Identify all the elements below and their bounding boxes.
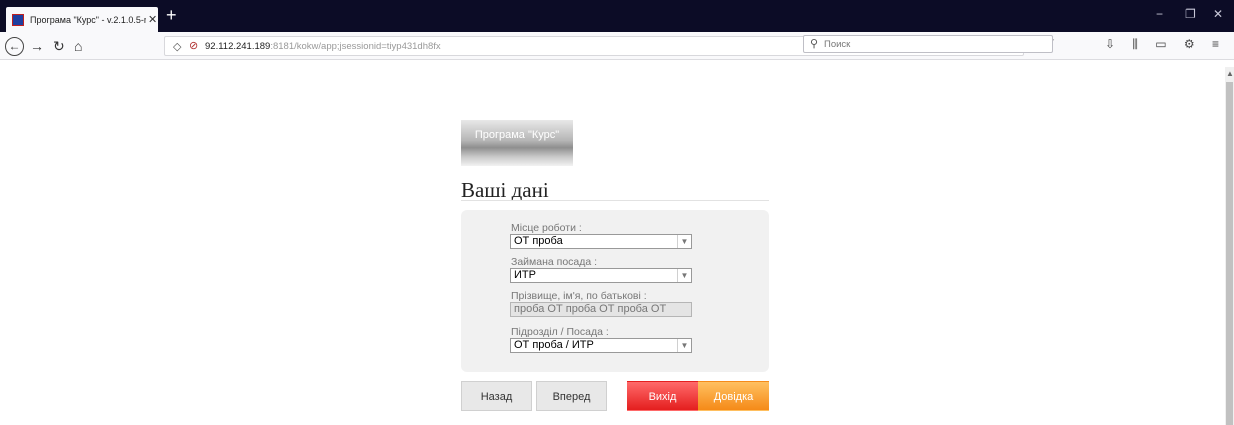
program-button[interactable]: Програма "Курс" [461, 120, 573, 166]
forward-button[interactable]: Вперед [536, 381, 607, 411]
chevron-down-icon[interactable]: ▼ [677, 339, 691, 352]
new-tab-button[interactable]: + [166, 5, 177, 25]
tab-title: Програма "Курс" - v.2.1.0.5-rc [30, 14, 146, 25]
workplace-value: ОТ проба [514, 235, 563, 247]
url-text[interactable]: 92.112.241.189:8181/kokw/app;jsessionid=… [205, 41, 441, 52]
url-host: 92.112.241.189 [205, 41, 271, 52]
division-label: Підрозділ / Посада : [511, 326, 609, 338]
browser-tab[interactable]: Програма "Курс" - v.2.1.0.5-rc ✕ [6, 7, 158, 32]
close-window-button[interactable]: ✕ [1213, 7, 1223, 21]
tab-bar: Програма "Курс" - v.2.1.0.5-rc ✕ + − ❐ ✕ [0, 0, 1234, 32]
url-path: :8181/kokw/app;jsessionid=tiyp431dh8fx [270, 41, 441, 52]
insecure-lock-icon[interactable]: ⊘ [189, 39, 198, 52]
maximize-button[interactable]: ❐ [1185, 7, 1196, 21]
exit-button[interactable]: Вихід [627, 381, 698, 411]
division-value: ОТ проба / ИТР [514, 339, 594, 351]
home-icon[interactable]: ⌂ [74, 37, 82, 55]
scrollbar-thumb[interactable] [1226, 82, 1233, 425]
search-placeholder: Поиск [824, 39, 851, 50]
title-divider [461, 200, 769, 201]
position-label: Займана посада : [511, 256, 598, 268]
forward-arrow-icon[interactable]: → [30, 37, 44, 55]
chevron-down-icon[interactable]: ▼ [677, 269, 691, 282]
shield-icon[interactable]: ◇ [173, 40, 181, 53]
scroll-up-icon[interactable]: ▲ [1226, 69, 1234, 78]
fullname-label: Прізвище, ім'я, по батькові : [511, 290, 647, 302]
fullname-value: проба ОТ проба ОТ проба ОТ [514, 303, 667, 315]
help-button[interactable]: Довідка [698, 381, 769, 411]
workplace-select[interactable]: ОТ проба ▼ [510, 234, 692, 249]
back-arrow-icon[interactable]: ← [5, 37, 24, 56]
workplace-label: Місце роботи : [511, 222, 582, 234]
chevron-down-icon[interactable]: ▼ [677, 235, 691, 248]
reload-icon[interactable]: ↻ [53, 37, 65, 55]
division-select[interactable]: ОТ проба / ИТР ▼ [510, 338, 692, 353]
favicon-icon [12, 13, 24, 26]
toolbar-icons[interactable]: ⇩ ⫼ ▭ ⚙ ≡ [1105, 37, 1226, 52]
search-input[interactable]: ⚲ Поиск [803, 35, 1053, 53]
position-select[interactable]: ИТР ▼ [510, 268, 692, 283]
nav-toolbar: ← → ↻ ⌂ ◇ ⊘ 92.112.241.189:8181/kokw/app… [0, 32, 1234, 60]
fullname-field: проба ОТ проба ОТ проба ОТ [510, 302, 692, 317]
minimize-button[interactable]: − [1156, 7, 1163, 21]
close-tab-icon[interactable]: ✕ [148, 13, 157, 26]
back-button[interactable]: Назад [461, 381, 532, 411]
search-icon: ⚲ [810, 38, 819, 50]
position-value: ИТР [514, 269, 536, 281]
